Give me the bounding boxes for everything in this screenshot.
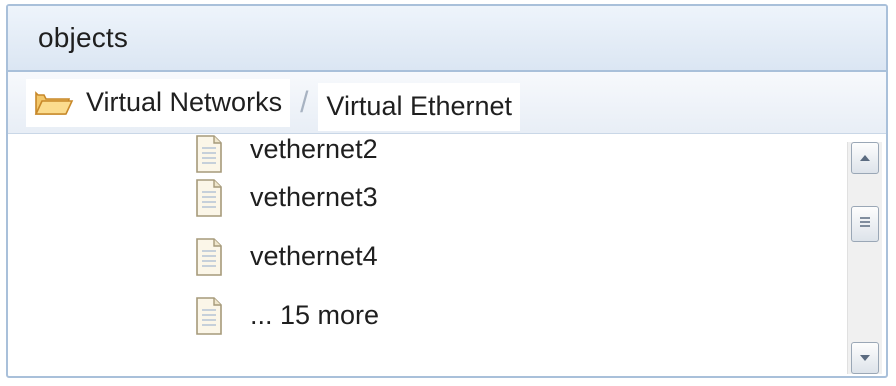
document-icon <box>194 178 224 218</box>
list-item-label: ... 15 more <box>250 300 380 330</box>
object-list: vethernet2 vethernet3 vethernet4 ... 15 … <box>194 134 379 345</box>
breadcrumb: Virtual Networks / Virtual Ethernet <box>8 72 886 134</box>
list-item[interactable]: ... 15 more <box>194 286 379 345</box>
scroll-up-button[interactable] <box>851 142 879 174</box>
document-icon <box>194 237 224 277</box>
scroll-thumb[interactable] <box>851 206 879 242</box>
folder-open-icon <box>34 89 74 117</box>
arrow-down-icon <box>859 349 871 367</box>
arrow-up-icon <box>859 149 871 167</box>
list-item[interactable]: vethernet4 <box>194 227 379 286</box>
objects-panel: objects Virtual Networks / Virtual Ether… <box>6 4 888 378</box>
breadcrumb-label: Virtual Ethernet <box>326 91 513 121</box>
breadcrumb-item-virtual-networks[interactable]: Virtual Networks <box>26 78 291 127</box>
list-item-label: vethernet4 <box>250 241 378 271</box>
breadcrumb-label: Virtual Networks <box>86 87 283 117</box>
breadcrumb-item-virtual-ethernet[interactable]: Virtual Ethernet <box>318 82 521 131</box>
list-item[interactable]: vethernet3 <box>194 168 379 227</box>
scroll-down-button[interactable] <box>851 342 879 374</box>
grip-icon <box>858 215 872 233</box>
object-list-area: vethernet2 vethernet3 vethernet4 ... 15 … <box>8 134 886 376</box>
list-item-label: vethernet2 <box>250 134 378 164</box>
panel-title: objects <box>38 22 129 53</box>
panel-header: objects <box>8 6 886 72</box>
list-item-label: vethernet3 <box>250 182 378 212</box>
document-icon <box>194 134 224 173</box>
breadcrumb-separator: / <box>300 85 309 119</box>
list-item[interactable]: vethernet2 <box>194 134 379 173</box>
vertical-scrollbar[interactable] <box>847 142 882 374</box>
document-icon <box>194 296 224 336</box>
